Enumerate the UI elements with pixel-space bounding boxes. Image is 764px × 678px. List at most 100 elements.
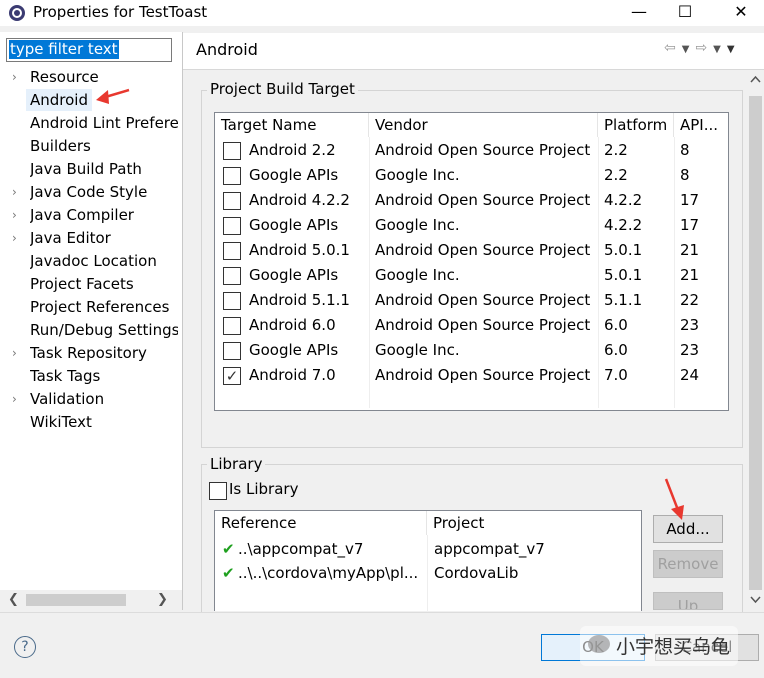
target-api-cell: 17 — [680, 216, 700, 234]
library-project-cell: appcompat_v7 — [434, 540, 545, 558]
target-platform-cell: 5.0.1 — [604, 266, 643, 284]
target-platform-cell: 2.2 — [604, 166, 628, 184]
target-api-cell: 23 — [680, 341, 700, 359]
target-platform-cell: 2.2 — [604, 141, 628, 159]
scroll-left-icon[interactable]: ❮ — [8, 592, 19, 607]
library-project-cell: CordovaLib — [434, 564, 519, 582]
history-navigation: ⇦▼⇨▼▼ — [664, 40, 741, 56]
target-checkbox[interactable] — [223, 242, 241, 260]
target-vendor-cell: Android Open Source Project — [375, 191, 591, 209]
tree-item[interactable]: Javadoc Location — [30, 250, 178, 273]
tree-item[interactable]: Validation — [30, 388, 178, 411]
target-name-cell: Android 7.0 — [249, 366, 336, 384]
close-window-button[interactable]: ✕ — [718, 0, 764, 26]
green-check-icon: ✔ — [222, 540, 235, 558]
scroll-up-icon[interactable] — [747, 70, 764, 90]
page-scroll-thumb[interactable] — [749, 96, 762, 590]
page-title: Android — [196, 40, 258, 59]
library-reference-table: Reference Project ✔ ..\appcompat_v7 appcom… — [214, 510, 642, 611]
target-vendor-cell: Android Open Source Project — [375, 241, 591, 259]
column-header-vendor[interactable]: Vendor — [369, 113, 598, 137]
annotation-arrow-android — [96, 88, 130, 104]
target-api-cell: 17 — [680, 191, 700, 209]
tree-item[interactable]: Task Tags — [30, 365, 178, 388]
target-api-cell: 21 — [680, 241, 700, 259]
column-header-target-name[interactable]: Target Name — [215, 113, 369, 137]
target-api-cell: 8 — [680, 141, 690, 159]
target-checkbox[interactable] — [223, 167, 241, 185]
tree-item[interactable]: Java Editor — [30, 227, 178, 250]
target-checkbox[interactable]: ✓ — [223, 367, 241, 385]
target-checkbox[interactable] — [223, 342, 241, 360]
target-platform-cell: 6.0 — [604, 316, 628, 334]
target-vendor-cell: Android Open Source Project — [375, 141, 591, 159]
target-name-cell: Android 4.2.2 — [249, 191, 350, 209]
tree-item[interactable]: Project References — [30, 296, 178, 319]
target-platform-cell: 6.0 — [604, 341, 628, 359]
tree-item[interactable]: Java Build Path — [30, 158, 178, 181]
is-library-label: Is Library — [229, 480, 299, 498]
tree-item[interactable]: Builders — [30, 135, 178, 158]
view-menu-icon[interactable]: ▼ — [727, 44, 741, 55]
eclipse-app-icon — [9, 5, 25, 21]
filter-input[interactable]: type filter text — [6, 38, 172, 62]
target-vendor-cell: Android Open Source Project — [375, 291, 591, 309]
tree-item[interactable]: Java Compiler — [30, 204, 178, 227]
tree-item[interactable]: WikiText — [30, 411, 178, 434]
forward-menu-icon[interactable]: ▼ — [713, 44, 727, 55]
target-name-cell: Google APIs — [249, 266, 339, 284]
back-menu-icon[interactable]: ▼ — [682, 44, 696, 55]
wechat-icon — [588, 635, 610, 653]
column-header-reference[interactable]: Reference — [215, 511, 427, 535]
tree-item[interactable]: Task Repository — [30, 342, 178, 365]
up-library-button[interactable]: Up — [653, 592, 723, 610]
maximize-button[interactable]: ☐ — [662, 0, 708, 26]
tree-expand-icon[interactable]: › — [12, 66, 17, 89]
watermark: 小宇想买乌龟 — [580, 626, 739, 666]
is-library-checkbox[interactable] — [209, 482, 227, 500]
tree-expand-icon[interactable]: › — [12, 227, 17, 250]
green-check-icon: ✔ — [222, 564, 235, 582]
target-checkbox[interactable] — [223, 217, 241, 235]
target-name-cell: Android 2.2 — [249, 141, 336, 159]
tree-expand-icon[interactable]: › — [12, 181, 17, 204]
target-platform-cell: 4.2.2 — [604, 191, 643, 209]
tree-item[interactable]: Run/Debug Settings — [30, 319, 178, 342]
tree-item[interactable]: Java Code Style — [30, 181, 178, 204]
build-target-table: Target Name Vendor Platform API... Andro… — [214, 112, 729, 411]
target-checkbox[interactable] — [223, 292, 241, 310]
target-api-cell: 24 — [680, 366, 700, 384]
target-checkbox[interactable] — [223, 192, 241, 210]
tree-scroll-thumb[interactable] — [26, 594, 126, 606]
target-checkbox[interactable] — [223, 142, 241, 160]
help-icon[interactable]: ? — [14, 636, 36, 658]
tree-expand-icon[interactable]: › — [12, 342, 17, 365]
minimize-button[interactable]: — — [616, 0, 662, 26]
library-reference-cell: ..\appcompat_v7 — [238, 540, 364, 558]
target-api-cell: 8 — [680, 166, 690, 184]
tree-item[interactable]: Project Facets — [30, 273, 178, 296]
column-header-platform[interactable]: Platform — [598, 113, 674, 137]
tree-expand-icon[interactable]: › — [12, 204, 17, 227]
column-header-api[interactable]: API... — [674, 113, 728, 137]
target-checkbox[interactable] — [223, 267, 241, 285]
tree-item[interactable]: Android Lint Preferences — [30, 112, 178, 135]
column-header-project[interactable]: Project — [427, 511, 641, 535]
scroll-right-icon[interactable]: ❯ — [157, 592, 168, 607]
target-checkbox[interactable] — [223, 317, 241, 335]
target-platform-cell: 4.2.2 — [604, 216, 643, 234]
target-name-cell: Android 5.0.1 — [249, 241, 350, 259]
target-name-cell: Android 6.0 — [249, 316, 336, 334]
target-api-cell: 22 — [680, 291, 700, 309]
forward-arrow-icon[interactable]: ⇨ — [695, 40, 713, 56]
target-platform-cell: 5.0.1 — [604, 241, 643, 259]
library-reference-cell: ..\..\cordova\myApp\pl... — [238, 564, 419, 582]
back-arrow-icon[interactable]: ⇦ — [664, 40, 682, 56]
tree-expand-icon[interactable]: › — [12, 388, 17, 411]
remove-library-button[interactable]: Remove — [653, 550, 723, 578]
library-group-label: Library — [207, 455, 266, 473]
target-api-cell: 23 — [680, 316, 700, 334]
target-platform-cell: 7.0 — [604, 366, 628, 384]
watermark-text: 小宇想买乌龟 — [616, 636, 731, 658]
scroll-down-icon[interactable] — [747, 590, 764, 610]
